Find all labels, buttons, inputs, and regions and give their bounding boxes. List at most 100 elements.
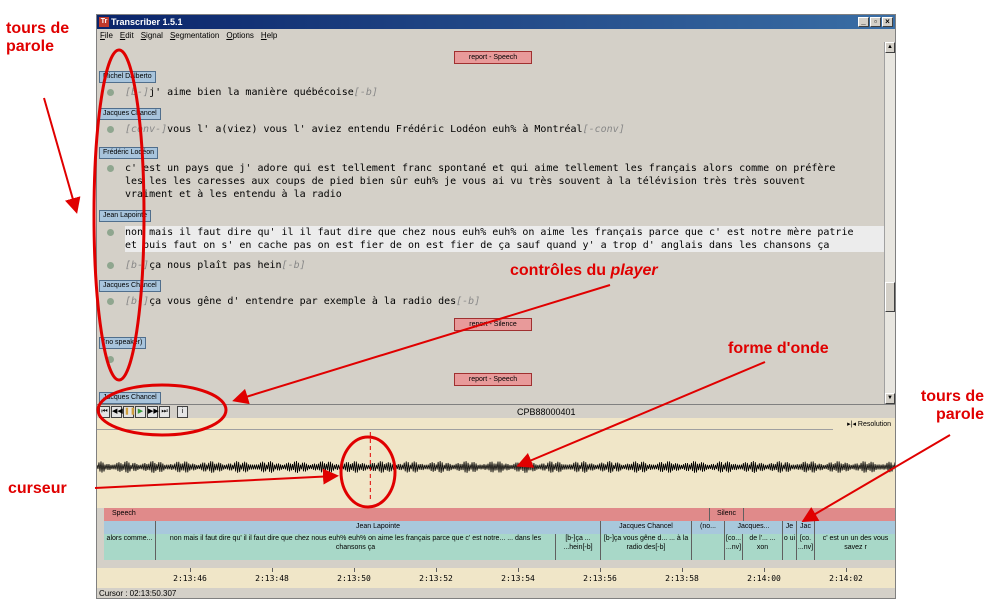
segment-dot-icon[interactable] <box>107 298 114 305</box>
segment-speaker[interactable]: Je <box>783 521 797 534</box>
speaker-turn-button[interactable]: Jean Lapointe <box>99 210 151 222</box>
segment-text[interactable]: c' est un un des vous savez r <box>815 534 895 560</box>
resolution-label: Resolution <box>857 421 891 428</box>
segment-text[interactable]: [b-]ça ... ...hein[-b] <box>556 534 601 560</box>
pause-icon[interactable]: ❚❚ <box>123 406 136 418</box>
time-label: 2:13:56 <box>583 574 617 583</box>
speaker-turn-button[interactable]: (no speaker) <box>99 337 147 349</box>
time-label: 2:13:54 <box>501 574 535 583</box>
menu-edit[interactable]: Edit <box>120 29 134 42</box>
section-speech-button[interactable]: report - Speech <box>454 373 532 386</box>
segment-speaker[interactable] <box>815 521 895 534</box>
play-icon[interactable]: ▶ <box>135 406 146 418</box>
segment-silence[interactable]: Silenc <box>710 508 744 521</box>
text-track[interactable]: alors comme... non mais il faut dire qu'… <box>104 534 895 560</box>
segment-dot-icon[interactable] <box>107 126 114 133</box>
segment-speaker[interactable] <box>104 521 156 534</box>
segment-speech[interactable]: Speech <box>104 508 710 521</box>
waveform-panel[interactable]: ▸|◂ Resolution <box>97 418 895 508</box>
scroll-thumb[interactable] <box>885 282 895 312</box>
scroll-down-icon[interactable]: ▼ <box>885 393 895 404</box>
speaker-track[interactable]: Jean Lapointe Jacques Chancel (no... Jac… <box>104 521 895 534</box>
rewind-fast-icon[interactable]: ⏮ <box>99 406 110 418</box>
minimize-button[interactable]: _ <box>858 17 869 27</box>
segment-dot-icon[interactable] <box>107 262 114 269</box>
transcriber-window: Tr Transcriber 1.5.1 _ ▫ × File Edit Sig… <box>96 14 896 599</box>
forward-fast-icon[interactable]: ⏭ <box>159 406 170 418</box>
annotation-tours-de-parole-left: tours de parole <box>6 20 70 55</box>
menu-signal[interactable]: Signal <box>141 29 163 42</box>
segment-speech[interactable] <box>744 508 895 521</box>
segment-text[interactable]: non mais il faut dire qu' il il faut dir… <box>156 534 556 560</box>
waveform[interactable] <box>97 432 895 502</box>
time-tick <box>682 568 683 572</box>
segment-text[interactable]: [co. ...nv] <box>797 534 815 560</box>
time-tick <box>272 568 273 572</box>
annotation-controles-player: contrôles du player <box>510 262 658 280</box>
transcript-line-active[interactable]: non mais il faut dire qu' il il faut dir… <box>125 226 885 239</box>
time-tick <box>764 568 765 572</box>
transcript-line[interactable]: [conv-]vous l' a(viez) vous l' aviez ent… <box>125 123 625 136</box>
menu-help[interactable]: Help <box>261 29 277 42</box>
transcript-line[interactable]: les les les caresses aux coups de pied b… <box>125 175 805 188</box>
segment-speaker[interactable]: Jacques Chancel <box>601 521 692 534</box>
segment-speaker[interactable]: (no... <box>692 521 725 534</box>
speaker-turn-button[interactable]: Jacques Chancel <box>99 392 161 404</box>
close-button[interactable]: × <box>882 17 893 27</box>
vertical-scrollbar[interactable]: ▲ ▼ <box>884 42 895 404</box>
transcript-line[interactable]: [b-]ça nous plaît pas hein[-b] <box>125 259 306 272</box>
segment-text[interactable]: alors comme... <box>104 534 156 560</box>
menu-options[interactable]: Options <box>226 29 254 42</box>
time-label: 2:14:00 <box>747 574 781 583</box>
segment-text[interactable]: [b-]ça vous gêne d... ... à la radio des… <box>601 534 692 560</box>
speaker-turn-button[interactable]: Jacques Chancel <box>99 280 161 292</box>
segment-dot-icon[interactable] <box>107 165 114 172</box>
transcript-line[interactable]: c' est un pays que j' adore qui est tell… <box>125 162 835 175</box>
time-tick <box>190 568 191 572</box>
segment-dot-icon[interactable] <box>107 356 114 363</box>
segment-speaker[interactable]: Jacques... <box>725 521 783 534</box>
time-label: 2:13:52 <box>419 574 453 583</box>
segment-dot-icon[interactable] <box>107 89 114 96</box>
menu-file[interactable]: File <box>100 29 113 42</box>
audio-filename: CPB88000401 <box>517 407 576 417</box>
time-label: 2:13:46 <box>173 574 207 583</box>
menu-segmentation[interactable]: Segmentation <box>170 29 219 42</box>
waveform-scroll-ruler[interactable] <box>97 420 833 430</box>
annotation-tours-de-parole-right: tours de parole <box>920 388 984 423</box>
transcript-line[interactable]: [b-]ça vous gêne d' entendre par exemple… <box>125 295 480 308</box>
player-bar: ⏮ ◀◀ ❚❚ ▶ ▶▶ ⏭ i CPB88000401 <box>97 404 895 418</box>
section-track[interactable]: Speech Silenc <box>104 508 895 521</box>
segment-speaker[interactable]: Jac <box>797 521 815 534</box>
segment-dot-icon[interactable] <box>107 229 114 236</box>
segment-text[interactable]: o ui <box>783 534 797 560</box>
window-title: Transcriber 1.5.1 <box>111 17 183 27</box>
forward-icon[interactable]: ▶▶ <box>147 406 159 418</box>
resolution-arrows-icon[interactable]: ▸|◂ <box>847 421 858 428</box>
speaker-turn-button[interactable]: Frédéric Lodéon <box>99 147 158 159</box>
info-icon[interactable]: i <box>177 406 188 418</box>
segment-speaker[interactable]: Jean Lapointe <box>156 521 601 534</box>
segment-text[interactable]: de l'... ... xon <box>743 534 783 560</box>
section-speech-button[interactable]: report - Speech <box>454 51 532 64</box>
transcript-line-active[interactable]: et puis faut on s' en cache pas on est f… <box>125 239 885 252</box>
segmentation-tracks[interactable]: Speech Silenc Jean Lapointe Jacques Chan… <box>104 508 895 568</box>
segment-text[interactable] <box>692 534 725 560</box>
annotation-player-text: player <box>610 262 658 279</box>
annotation-forme-onde: forme d'onde <box>728 340 829 357</box>
app-icon: Tr <box>99 17 109 27</box>
speaker-turn-button[interactable]: Jacques Chancel <box>99 108 161 120</box>
section-silence-button[interactable]: report - Silence <box>454 318 532 331</box>
annotation-arrow <box>43 97 81 214</box>
player-controls: ⏮ ◀◀ ❚❚ ▶ ▶▶ ⏭ i <box>99 406 188 418</box>
maximize-button[interactable]: ▫ <box>870 17 881 27</box>
transcript-line[interactable]: vraiment et à les entendu à la radio <box>125 188 342 201</box>
time-tick <box>518 568 519 572</box>
scroll-up-icon[interactable]: ▲ <box>885 42 895 53</box>
speaker-turn-button[interactable]: Michel Dalberto <box>99 71 156 83</box>
segment-text[interactable]: [co... ...nv] <box>725 534 743 560</box>
rewind-icon[interactable]: ◀◀ <box>111 406 123 418</box>
resolution-control[interactable]: ▸|◂ Resolution <box>847 420 891 428</box>
transcript-line[interactable]: [b-]j' aime bien la manière québécoise[-… <box>125 86 378 99</box>
title-bar: Tr Transcriber 1.5.1 _ ▫ × <box>97 15 895 29</box>
